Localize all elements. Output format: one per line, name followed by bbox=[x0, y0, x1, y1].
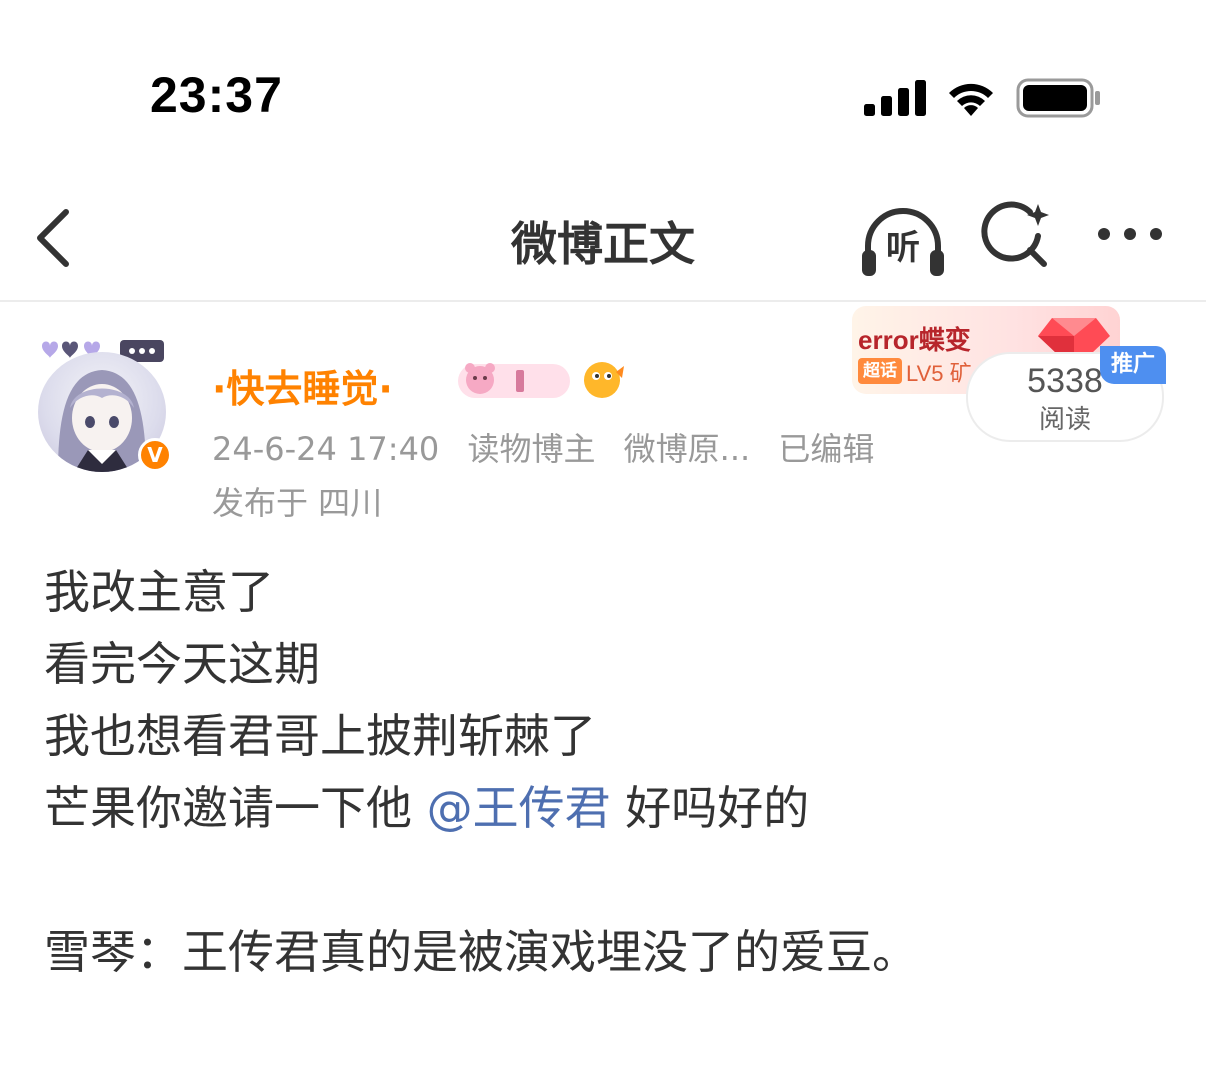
pink-bear-badge-icon bbox=[458, 363, 570, 398]
listen-label: 听 bbox=[886, 228, 920, 268]
user-badges bbox=[458, 362, 624, 398]
pufferfish-badge-icon bbox=[584, 362, 624, 398]
status-time: 23:37 bbox=[150, 67, 283, 123]
post-text-segment: 芒果你邀请一下他 bbox=[44, 781, 427, 835]
more-icon[interactable] bbox=[1094, 218, 1166, 250]
signal-bars-icon bbox=[864, 80, 926, 116]
verified-badge: V bbox=[138, 438, 172, 472]
post-content: 我改主意了 看完今天这期 我也想看君哥上披荆斩棘了 芒果你邀请一下他 @王传君 … bbox=[44, 556, 1174, 988]
wifi-icon bbox=[949, 83, 993, 116]
navigation-bar: 微博正文 听 bbox=[0, 180, 1206, 300]
post-text-line: 雪琴：王传君真的是被演戏埋没了的爱豆。 bbox=[44, 925, 918, 979]
post-source: 微博原... bbox=[623, 430, 751, 468]
supertopic-tag: 超话 bbox=[858, 358, 902, 384]
weibo-post-screen: 23:37 微博正文 听 V ·快去睡觉· 24-6-24 17:40 读物博主… bbox=[0, 0, 1206, 1071]
status-bar: 23:37 bbox=[0, 0, 1206, 180]
search-sparkle-icon[interactable] bbox=[980, 200, 1052, 272]
battery-icon bbox=[1016, 78, 1100, 118]
author-name[interactable]: ·快去睡觉· bbox=[212, 358, 393, 413]
read-count-label: 阅读 bbox=[1038, 405, 1091, 435]
promo-level: LV5 矿 bbox=[906, 361, 972, 386]
post-text-segment: 好吗好的 bbox=[610, 781, 810, 835]
user-mention-link[interactable]: @王传君 bbox=[427, 781, 611, 835]
post-text-line-with-mention: 芒果你邀请一下他 @王传君 好吗好的 bbox=[44, 772, 1174, 844]
post-text-line: 我改主意了 bbox=[44, 565, 274, 619]
listen-button[interactable]: 听 bbox=[858, 198, 948, 288]
nav-divider bbox=[0, 300, 1206, 302]
post-datetime: 24-6-24 17:40 bbox=[212, 430, 440, 468]
post-meta: 24-6-24 17:40 读物博主 微博原... 已编辑 bbox=[212, 424, 892, 470]
edited-label[interactable]: 已编辑 bbox=[778, 430, 874, 468]
promo-title: error蝶变 bbox=[858, 325, 971, 355]
post-text-line: 看完今天这期 bbox=[44, 637, 320, 691]
author-role: 读物博主 bbox=[467, 430, 596, 468]
post-location: 发布于 四川 bbox=[212, 484, 383, 522]
ad-tag: 推广 bbox=[1100, 346, 1166, 384]
author-avatar[interactable]: V bbox=[34, 336, 174, 476]
post-text-line: 我也想看君哥上披荆斩棘了 bbox=[44, 709, 596, 763]
